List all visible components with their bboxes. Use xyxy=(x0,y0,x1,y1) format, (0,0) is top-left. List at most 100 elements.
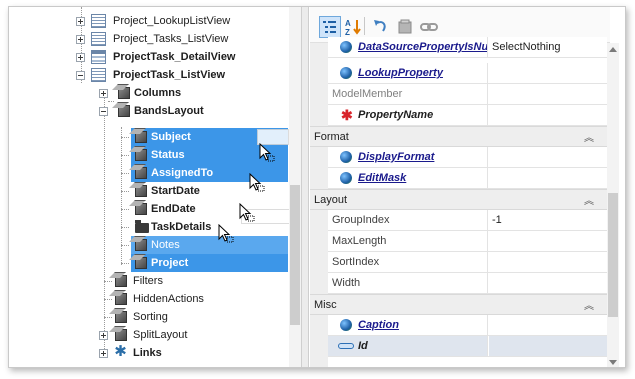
undo-icon xyxy=(374,20,386,32)
link-icon xyxy=(420,23,438,31)
property-name[interactable]: DataSourcePropertyIsNu xyxy=(328,37,488,57)
node-cube-icon xyxy=(115,311,127,323)
property-grid-scroll-thumb[interactable] xyxy=(608,193,618,317)
property-name[interactable]: MaxLength xyxy=(328,231,488,251)
key-icon xyxy=(338,343,354,349)
expand-icon[interactable] xyxy=(76,53,85,62)
drag-cursor-icon xyxy=(218,224,234,243)
node-cube-icon xyxy=(135,203,147,215)
collapse-icon[interactable]: ︽ xyxy=(584,297,594,317)
tree-node-project[interactable]: Project xyxy=(129,254,289,272)
categorized-button[interactable] xyxy=(319,16,341,38)
sort-az-icon: A Z xyxy=(345,19,361,37)
node-cube-icon xyxy=(115,293,127,305)
tree-node-notes[interactable]: Notes xyxy=(129,236,289,254)
tree-node-projecttask-detailview[interactable]: ProjectTask_DetailView xyxy=(76,48,286,66)
category-misc[interactable]: Misc ︽ xyxy=(310,294,607,315)
tree-node-hiddenactions[interactable]: HiddenActions xyxy=(109,290,289,308)
property-row[interactable]: EditMask xyxy=(328,168,607,189)
tree-node-projecttask-listview[interactable]: ProjectTask_ListView xyxy=(76,66,286,84)
collapse-icon[interactable]: ︽ xyxy=(584,192,594,212)
tree-node-label: Sorting xyxy=(133,311,168,323)
property-name[interactable]: ModelMember xyxy=(328,84,488,104)
expand-icon[interactable] xyxy=(99,349,108,358)
tree-node-assignedto[interactable]: AssignedTo xyxy=(129,164,289,182)
tree-node-project-tasks-listview[interactable]: Project_Tasks_ListView xyxy=(76,30,286,48)
property-row[interactable]: SortIndex xyxy=(328,252,607,273)
collapse-icon[interactable] xyxy=(76,71,85,80)
scroll-down-icon[interactable] xyxy=(609,360,617,365)
tree-node-label: SplitLayout xyxy=(133,329,188,341)
property-name[interactable]: GroupIndex xyxy=(328,210,488,230)
category-layout[interactable]: Layout ︽ xyxy=(310,189,607,210)
list-view-icon xyxy=(91,14,106,28)
property-value[interactable] xyxy=(489,63,607,83)
tree-node-bandslayout[interactable]: BandsLayout xyxy=(99,102,289,120)
node-cube-icon xyxy=(135,167,147,179)
property-value[interactable] xyxy=(489,105,607,125)
tree-node-splitlayout[interactable]: SplitLayout xyxy=(99,326,289,344)
globe-icon xyxy=(340,172,352,184)
expand-icon[interactable] xyxy=(76,17,85,26)
property-value[interactable] xyxy=(489,252,607,272)
expand-icon[interactable] xyxy=(76,35,85,44)
detail-view-icon xyxy=(91,50,106,64)
tree-node-project-lookuplistview[interactable]: Project_LookupListView xyxy=(76,12,286,30)
property-name[interactable]: DisplayFormat xyxy=(328,147,488,167)
tree-node-startdate[interactable]: StartDate xyxy=(129,182,289,200)
property-row[interactable]: DataSourcePropertyIsNu SelectNothing xyxy=(328,37,607,58)
property-name[interactable]: SortIndex xyxy=(328,252,488,272)
property-row[interactable]: DisplayFormat xyxy=(328,147,607,168)
property-value[interactable] xyxy=(489,84,607,104)
node-cube-icon xyxy=(135,185,147,197)
tree-node-filters[interactable]: Filters xyxy=(109,272,289,290)
property-row[interactable]: Id xyxy=(328,336,607,357)
tree-node-columns[interactable]: Columns xyxy=(99,84,289,102)
model-tree[interactable]: Project_LookupListView Project_Tasks_Lis… xyxy=(9,7,301,367)
property-name[interactable]: Width xyxy=(328,273,488,293)
expand-icon[interactable] xyxy=(99,331,108,340)
property-row[interactable]: Width xyxy=(328,273,607,294)
property-value[interactable]: -1 xyxy=(489,210,607,230)
tree-scroll-thumb[interactable] xyxy=(290,185,300,325)
property-value[interactable] xyxy=(489,336,607,356)
property-value[interactable] xyxy=(489,147,607,167)
alphabetical-button[interactable]: A Z xyxy=(342,16,364,38)
expand-icon[interactable] xyxy=(99,89,108,98)
undo-button[interactable] xyxy=(370,16,392,38)
property-row[interactable]: MaxLength xyxy=(328,231,607,252)
collapse-icon[interactable] xyxy=(99,107,108,116)
property-row[interactable]: ModelMember xyxy=(328,84,607,105)
node-cube-icon xyxy=(135,239,147,251)
property-name[interactable]: Caption xyxy=(328,315,488,335)
property-row[interactable]: GroupIndex -1 xyxy=(328,210,607,231)
model-editor-window: Project_LookupListView Project_Tasks_Lis… xyxy=(8,6,626,368)
tree-node-sorting[interactable]: Sorting xyxy=(109,308,289,326)
tree-node-label: Subject xyxy=(151,131,191,143)
property-value[interactable] xyxy=(489,315,607,335)
list-view-icon xyxy=(91,68,106,82)
property-value[interactable] xyxy=(489,168,607,188)
property-value[interactable] xyxy=(489,273,607,293)
tree-node-label: Filters xyxy=(133,275,163,287)
tree-node-links[interactable]: ✱ Links xyxy=(99,344,289,362)
category-label: Layout xyxy=(314,194,348,206)
tree-scrollbar[interactable] xyxy=(289,7,301,367)
tree-node-label: Project_LookupListView xyxy=(113,15,231,27)
collapse-icon[interactable]: ︽ xyxy=(584,129,594,149)
categorized-icon xyxy=(323,21,336,33)
scroll-up-icon[interactable] xyxy=(609,47,617,52)
splitter[interactable] xyxy=(301,7,309,367)
property-name[interactable]: EditMask xyxy=(328,168,488,188)
property-grid-scrollbar[interactable] xyxy=(607,43,619,367)
property-value[interactable]: SelectNothing xyxy=(489,37,607,57)
category-format[interactable]: Format ︽ xyxy=(310,126,607,147)
property-row[interactable]: PropertyName ✱ xyxy=(328,105,607,126)
property-row[interactable]: LookupProperty xyxy=(328,63,607,84)
property-value[interactable] xyxy=(489,231,607,251)
property-row[interactable]: Caption xyxy=(328,315,607,336)
reset-button[interactable] xyxy=(394,16,416,38)
link-button[interactable] xyxy=(418,16,440,38)
property-name[interactable]: LookupProperty xyxy=(328,63,488,83)
tree-node-label: Project_Tasks_ListView xyxy=(113,33,229,45)
